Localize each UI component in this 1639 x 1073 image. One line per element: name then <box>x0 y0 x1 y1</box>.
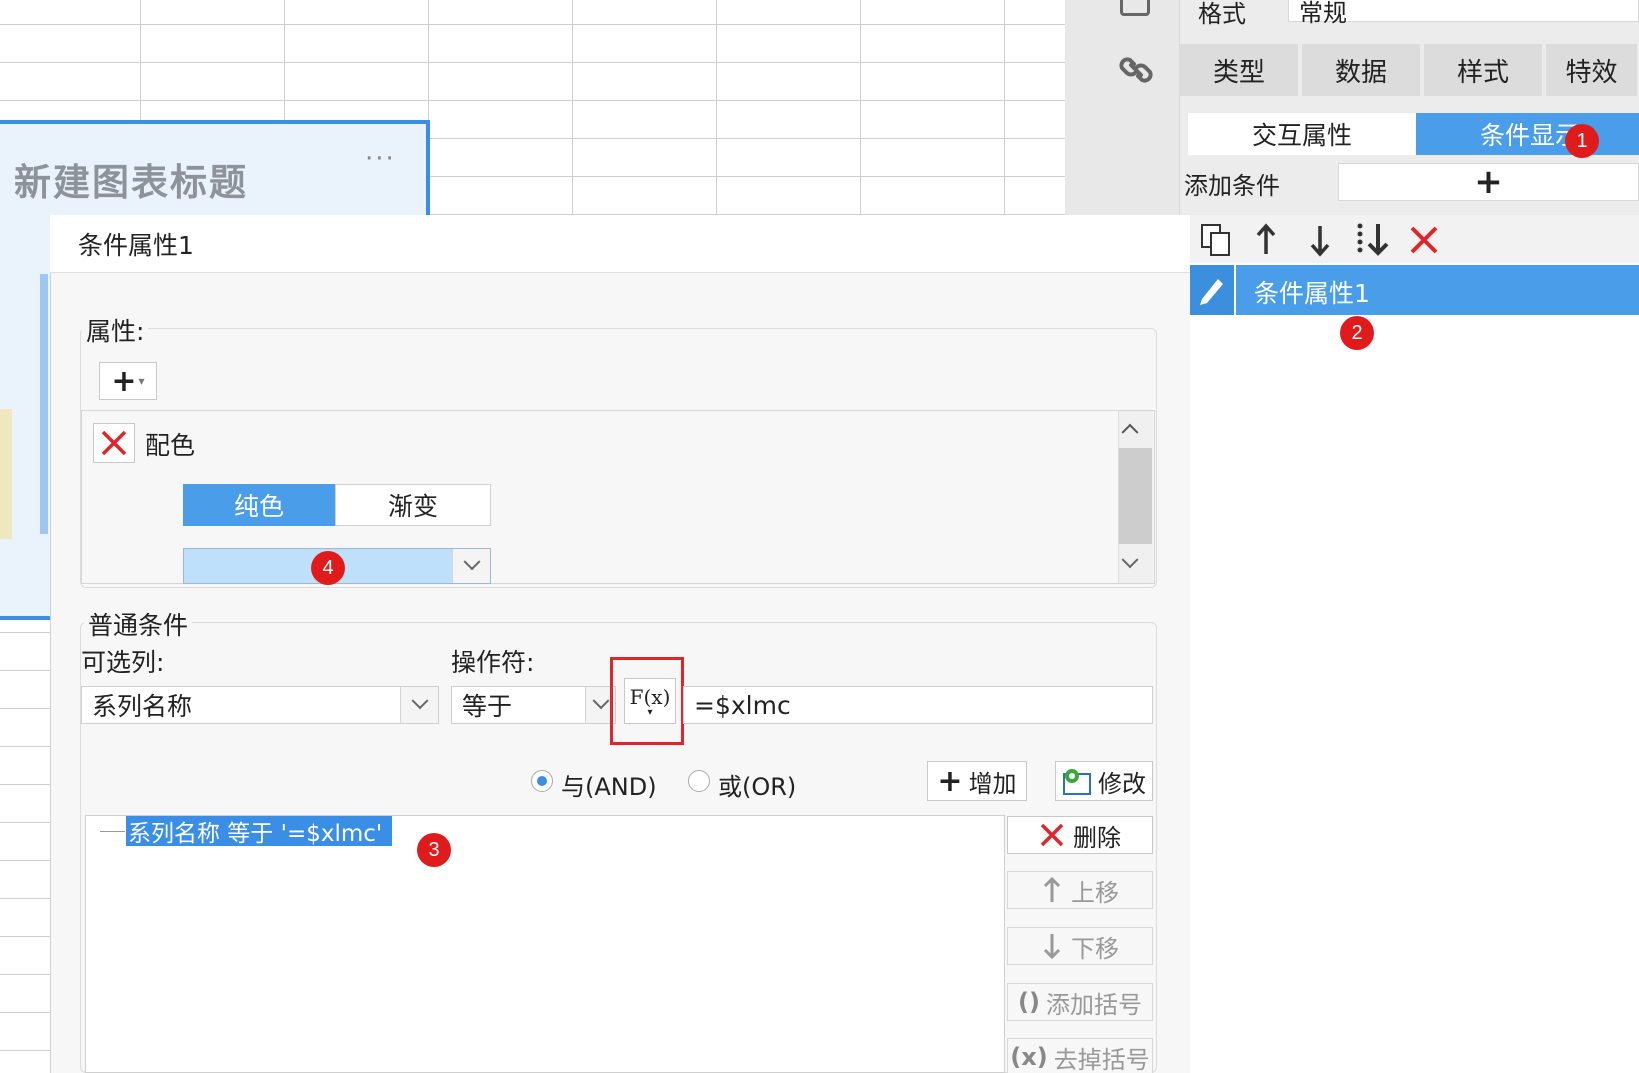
remove-bracket-icon: (x) <box>1010 1043 1048 1071</box>
link-icon[interactable] <box>1118 52 1154 88</box>
layout-icon[interactable] <box>1120 0 1150 16</box>
badge-3: 3 <box>417 833 451 867</box>
pencil-icon[interactable] <box>1196 273 1228 307</box>
panel-icon-strip <box>1065 0 1180 215</box>
plus-icon: + <box>937 763 963 799</box>
column-label: 可选列: <box>81 648 165 677</box>
operator-label: 操作符: <box>451 648 535 677</box>
move-down-label: 下移 <box>1071 934 1119 963</box>
dropdown-caret-icon: ▾ <box>138 374 145 388</box>
copy-icon[interactable] <box>1198 222 1234 258</box>
add-condition-button[interactable]: + <box>1338 162 1639 202</box>
arrow-down-icon <box>1043 934 1061 960</box>
operator-select[interactable]: 等于 <box>451 686 616 724</box>
move-up-button[interactable]: 上移 <box>1007 871 1153 909</box>
move-down-button[interactable]: 下移 <box>1007 927 1153 965</box>
close-icon <box>1040 823 1064 847</box>
condition-list <box>1188 215 1639 1073</box>
dialog-header <box>50 215 1190 273</box>
bracket-icon: () <box>1018 988 1040 1016</box>
modify-button-label: 修改 <box>1098 769 1146 798</box>
tab-effects[interactable]: 特效 <box>1546 44 1639 96</box>
fx-icon: F(x) <box>629 685 671 709</box>
format-value: 常规 <box>1299 0 1347 27</box>
delete-button-label: 删除 <box>1073 823 1121 852</box>
add-button-label: 增加 <box>968 769 1017 798</box>
badge-2: 2 <box>1340 316 1374 350</box>
seg-interaction[interactable]: 交互属性 <box>1188 113 1416 155</box>
format-select[interactable]: 常规 <box>1288 0 1639 27</box>
value-text: =$xlmc <box>694 690 791 720</box>
add-attribute-button[interactable]: + ▾ <box>99 362 157 400</box>
move-up-label: 上移 <box>1071 878 1119 907</box>
value-input[interactable]: =$xlmc <box>683 686 1153 724</box>
move-bottom-icon[interactable] <box>1354 220 1392 258</box>
add-bracket-button[interactable]: () 添加括号 <box>1007 983 1153 1021</box>
dropdown-caret-icon: ▾ <box>647 707 653 718</box>
chart-area <box>0 409 12 539</box>
add-button[interactable]: + 增加 <box>927 761 1027 801</box>
chevron-down-icon[interactable] <box>400 687 438 723</box>
chart-title: 新建图表标题 <box>14 161 248 204</box>
and-label: 与(AND) <box>561 773 657 801</box>
add-bracket-label: 添加括号 <box>1045 990 1142 1019</box>
dialog-title: 条件属性1 <box>78 231 194 260</box>
formula-button[interactable]: F(x) ▾ <box>624 678 676 724</box>
tree-line <box>100 831 125 832</box>
delete-icon[interactable] <box>1408 224 1440 256</box>
color-label: 配色 <box>145 431 196 460</box>
arrow-up-icon <box>1043 876 1061 902</box>
remove-bracket-button[interactable]: (x) 去掉括号 <box>1007 1038 1153 1073</box>
chevron-down-icon[interactable] <box>452 549 490 583</box>
attribute-label: 属性: <box>82 312 149 348</box>
arrow-down-icon[interactable] <box>1304 222 1336 258</box>
seg-condition-display[interactable]: 条件显示 <box>1416 113 1639 155</box>
column-value: 系列名称 <box>92 692 193 721</box>
remove-color-button[interactable] <box>93 423 135 463</box>
scrollbar-thumb[interactable] <box>1119 448 1152 544</box>
more-icon[interactable]: ··· <box>365 144 396 174</box>
condition-item[interactable]: 系列名称 等于 '=$xlmc' <box>126 816 393 847</box>
chart-bar <box>40 274 48 534</box>
scroll-down-icon[interactable] <box>1121 551 1139 570</box>
condition-tree <box>85 815 1005 1073</box>
column-select[interactable]: 系列名称 <box>81 686 439 724</box>
close-icon <box>101 430 127 456</box>
add-condition-label: 添加条件 <box>1184 172 1280 200</box>
delete-button[interactable]: 删除 <box>1007 816 1153 854</box>
tab-solid-color[interactable]: 纯色 <box>183 484 335 526</box>
badge-4: 4 <box>311 551 345 585</box>
common-condition-label: 普通条件 <box>84 606 193 642</box>
radio-and[interactable] <box>531 770 553 792</box>
modify-icon <box>1063 769 1091 795</box>
badge-1: 1 <box>1565 124 1599 158</box>
or-label: 或(OR) <box>718 773 797 801</box>
tab-data[interactable]: 数据 <box>1302 44 1422 96</box>
modify-button[interactable]: 修改 <box>1055 761 1153 801</box>
radio-or[interactable] <box>688 770 710 792</box>
tab-type[interactable]: 类型 <box>1180 44 1300 96</box>
divider <box>50 272 1190 273</box>
tab-gradient[interactable]: 渐变 <box>335 484 491 526</box>
tab-style[interactable]: 样式 <box>1424 44 1544 96</box>
operator-value: 等于 <box>462 692 513 721</box>
arrow-up-icon[interactable] <box>1250 222 1282 258</box>
plus-icon: + <box>111 363 137 399</box>
remove-bracket-label: 去掉括号 <box>1053 1045 1150 1073</box>
scroll-up-icon[interactable] <box>1121 422 1139 441</box>
format-label: 格式 <box>1198 0 1246 28</box>
plus-icon: + <box>1474 162 1503 202</box>
list-item-label: 条件属性1 <box>1254 279 1370 308</box>
